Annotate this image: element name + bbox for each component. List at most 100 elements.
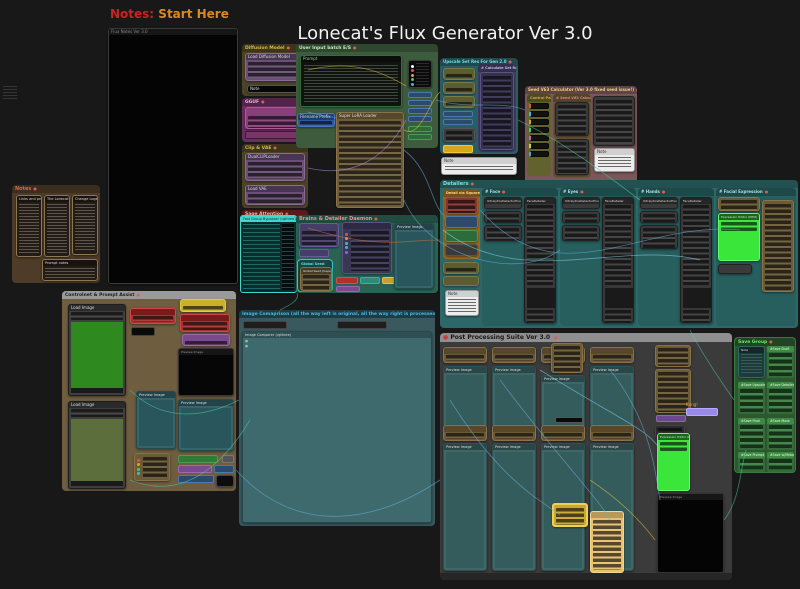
save-note-node[interactable]: Note: [738, 346, 765, 378]
widget-rows[interactable]: [71, 312, 123, 320]
widget-rows[interactable]: [660, 442, 687, 451]
widget-rows[interactable]: [446, 355, 484, 361]
fast-group-bypasser-node[interactable]: Fast Group Bypasser (rgthree): [240, 215, 297, 293]
group-detailers[interactable]: Detailers● Detail via Squares● Note # Fa…: [440, 180, 798, 328]
seed-options-node[interactable]: [593, 96, 635, 146]
widget-rows[interactable]: [544, 433, 582, 439]
widget-rows[interactable]: [605, 205, 631, 285]
upscale-helper-node[interactable]: [443, 96, 475, 108]
pp-node[interactable]: [492, 347, 536, 363]
widget-rows[interactable]: [765, 204, 791, 290]
save-nodes[interactable]: [740, 425, 763, 448]
group-controlnet[interactable]: Controlnet & Prompt Assist ● Load Image P…: [62, 291, 236, 491]
sam-loader-node[interactable]: [484, 211, 522, 223]
preview-image-node[interactable]: Preview Image: [443, 366, 487, 428]
union-controlnet-node[interactable]: [180, 314, 230, 332]
group-save-upscale[interactable]: #Save Upscale: [738, 382, 765, 414]
pp-node[interactable]: [590, 347, 634, 363]
lora-rows[interactable]: [339, 121, 401, 205]
get-node-pill-green[interactable]: [408, 126, 432, 132]
face-detailer-node[interactable]: FaceDetailer: [602, 197, 634, 323]
pp-node[interactable]: [655, 345, 691, 367]
widget-rows[interactable]: [302, 231, 336, 245]
upscale-helper-node[interactable]: [443, 82, 475, 94]
mini-node-black[interactable]: [131, 327, 155, 336]
pp-tall-node[interactable]: [551, 343, 583, 373]
pp-node[interactable]: [492, 425, 536, 441]
group-brains[interactable]: Brains & Detailer Daemon ● Global Seed Gl…: [296, 215, 438, 293]
detector-node[interactable]: UltralyticsDetectorProvider: [484, 197, 522, 209]
scale-node[interactable]: [443, 262, 479, 274]
preview-image-node[interactable]: Preview Image: [590, 366, 634, 428]
bang-pill-node[interactable]: [686, 408, 718, 416]
group-seed-calculator[interactable]: Seed V63 Calculator (Ver 3.0 fixed seed …: [525, 86, 637, 184]
panel-toggle[interactable]: [529, 103, 549, 109]
widget-rows[interactable]: [643, 228, 675, 248]
widget-rows[interactable]: [248, 116, 302, 128]
load-image-node[interactable]: Load Image: [68, 304, 126, 396]
preview-image-node[interactable]: Preview Image: [492, 443, 536, 571]
widget-rows[interactable]: [446, 74, 472, 79]
group-facial-expression[interactable]: # Facial Expression ● Expression Editor (…: [716, 188, 796, 326]
expr-small-node[interactable]: [718, 264, 752, 274]
pp-node[interactable]: [590, 425, 634, 441]
bypasser-toggles[interactable]: [282, 224, 294, 290]
mini-node-blue[interactable]: [178, 475, 214, 483]
aux-node[interactable]: [484, 225, 522, 241]
note-node[interactable]: Note: [594, 148, 635, 172]
brains-loader-node[interactable]: [299, 223, 339, 247]
widget-rows[interactable]: [658, 348, 688, 366]
note-node[interactable]: Note: [441, 157, 517, 175]
mini-node-blue[interactable]: [214, 465, 234, 473]
preview-image-node[interactable]: Preview Image: [394, 223, 434, 289]
yellow-collapsed-node[interactable]: [443, 145, 473, 153]
seed-node[interactable]: [555, 102, 589, 136]
note-links[interactable]: Links and prompt info: [16, 195, 42, 257]
face-detailer-node[interactable]: FaceDetailer: [524, 197, 556, 323]
get-node-pill[interactable]: [408, 92, 432, 98]
widget-rows[interactable]: [185, 341, 227, 345]
mini-node[interactable]: [337, 321, 387, 329]
group-global-seed[interactable]: Global Seed Global Seed (Inspire): [297, 259, 333, 292]
pp-node[interactable]: [443, 425, 487, 441]
expr-params-node[interactable]: [762, 200, 794, 292]
group-detail-squares[interactable]: Detail via Squares●: [443, 189, 480, 259]
seed-node[interactable]: [555, 139, 589, 175]
flux-notes-panel[interactable]: Flux Notes Ver 3.0: [108, 28, 238, 284]
super-lora-loader-node[interactable]: Super LoRA Loader: [336, 112, 404, 208]
save-nodes[interactable]: [769, 459, 792, 470]
pipe-node[interactable]: [134, 453, 170, 481]
mini-node-black[interactable]: [216, 475, 234, 487]
aux-node[interactable]: [640, 225, 678, 249]
calc-res-node[interactable]: [480, 72, 514, 150]
load-controlnet-node[interactable]: [182, 334, 230, 346]
aux-node[interactable]: [562, 225, 600, 241]
brains-collapsed-node[interactable]: [299, 249, 329, 257]
widget-rows[interactable]: [446, 268, 476, 273]
mini-node-purple[interactable]: [656, 415, 686, 422]
widget-rows[interactable]: [495, 355, 533, 361]
widget-rows[interactable]: [71, 409, 123, 417]
preview-image-node[interactable]: Preview Image: [492, 366, 536, 428]
widget-rows[interactable]: [605, 310, 631, 322]
mini-node-red[interactable]: [336, 277, 358, 284]
scale-node[interactable]: [443, 276, 479, 286]
note-node[interactable]: Note: [445, 290, 479, 316]
widget-rows[interactable]: [565, 214, 597, 222]
widget-rows[interactable]: [183, 306, 223, 311]
mini-node-purple[interactable]: [178, 465, 212, 473]
upscale-small-node[interactable]: [443, 128, 475, 142]
group-save-prompt-data[interactable]: #Save Prompt Data: [738, 452, 765, 472]
group-face[interactable]: # Face● UltralyticsDetectorProvider Face…: [482, 188, 558, 326]
group-save-metadata[interactable]: #Save w/Metadata: [767, 452, 794, 472]
save-nodes[interactable]: [769, 353, 792, 376]
group-hands[interactable]: # Hands● UltralyticsDetectorProvider Fac…: [638, 188, 714, 326]
widget-rows[interactable]: [487, 214, 519, 222]
group-notes[interactable]: Notes● Links and prompt info The Lonecat…: [12, 185, 100, 283]
detail-node[interactable]: [445, 197, 478, 214]
widget-rows[interactable]: [483, 76, 511, 148]
image-comparer-node[interactable]: Image Comparer (rgthree) ● ●: [242, 331, 432, 523]
face-detailer-node[interactable]: FaceDetailer: [680, 197, 712, 323]
group-seed-calc-inner[interactable]: # Seed V63 Calculate: [553, 94, 591, 178]
widget-rows[interactable]: [248, 62, 302, 78]
